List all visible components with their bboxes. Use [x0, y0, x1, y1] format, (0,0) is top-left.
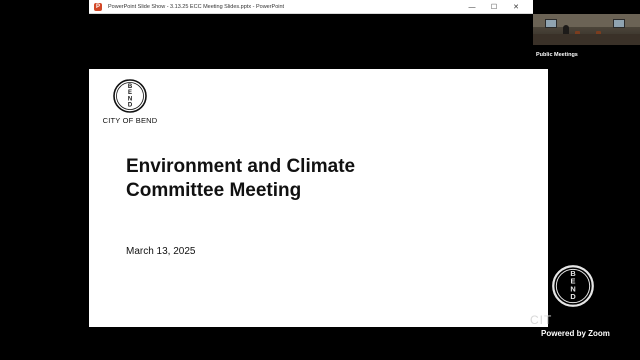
slide-title-line-1: Environment and Climate — [126, 156, 356, 177]
slide-title-line-2: Committee Meeting — [126, 180, 302, 201]
participant-video[interactable] — [533, 14, 640, 45]
video-wall-screen — [545, 19, 557, 28]
maximize-button[interactable]: ☐ — [483, 0, 505, 14]
minimize-button[interactable]: — — [461, 0, 483, 14]
svg-text:E: E — [128, 90, 132, 96]
powered-by-zoom: Powered by Zoom — [541, 329, 610, 338]
svg-text:B: B — [128, 84, 133, 90]
org-name: CITY OF BEND — [102, 116, 158, 125]
city-of-bend-logo-icon: B E N D — [113, 79, 147, 113]
video-wall-screen — [613, 19, 625, 28]
close-button[interactable]: ✕ — [505, 0, 527, 14]
window-title-bar: P PowerPoint Slide Show - 3.13.25 ECC Me… — [89, 0, 533, 14]
slide-date: March 13, 2025 — [126, 246, 196, 257]
slide-title: Environment and Climate Committee Meetin… — [126, 155, 506, 203]
participant-name: Public Meetings — [536, 52, 578, 58]
bend-watermark-logo-icon: B E N D — [552, 265, 594, 307]
window-title: PowerPoint Slide Show - 3.13.25 ECC Meet… — [108, 3, 285, 10]
svg-text:D: D — [128, 103, 133, 109]
svg-text:N: N — [128, 96, 132, 102]
powerpoint-icon: P — [94, 2, 102, 11]
slide[interactable]: B E N D CITY OF BEND Environment and Cli… — [89, 69, 548, 327]
watermark-text: CIT — [530, 313, 553, 327]
video-person — [563, 25, 569, 34]
svg-text:D: D — [570, 292, 576, 301]
window-controls: — ☐ ✕ — [461, 0, 527, 14]
video-desk — [533, 34, 640, 45]
